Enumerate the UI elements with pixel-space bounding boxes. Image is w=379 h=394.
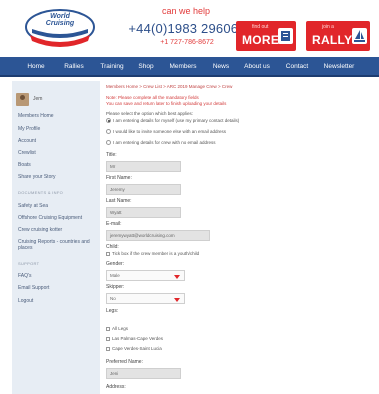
option-myself[interactable]: I am entering details for myself (use my…	[106, 118, 240, 124]
radio-no-email[interactable]	[106, 140, 111, 146]
skipper-label: Skipper:	[106, 284, 125, 290]
gender-label: Gender:	[106, 261, 125, 267]
user-name: Jem	[33, 96, 43, 102]
nav-newsletter[interactable]: Newsletter	[317, 57, 361, 77]
nav-about-us[interactable]: About us	[237, 57, 277, 77]
chevron-down-icon	[174, 275, 180, 279]
leg-cape-verdes-label: Cape Verdes-Saint Lucia	[112, 346, 162, 351]
radio-myself[interactable]	[106, 118, 111, 124]
leg-all[interactable]: All Legs	[106, 326, 128, 331]
breadcrumb[interactable]: Members Home > Crew List > ARC 2019 Mana…	[106, 84, 232, 89]
preferred-name-label: Preferred Name:	[106, 359, 143, 365]
instruction-text: Please select the option which best appl…	[106, 111, 194, 116]
legs-label: Legs:	[106, 308, 119, 314]
title-label: Title:	[106, 152, 117, 158]
address-label: Address:	[106, 384, 126, 390]
option-no-email-label: I am entering details for crew with no e…	[113, 140, 216, 145]
help-label: can we help	[161, 6, 211, 16]
sailboat-icon	[352, 28, 367, 44]
leg-cape-verdes-checkbox[interactable]	[106, 346, 110, 351]
leg-all-checkbox[interactable]	[106, 326, 110, 331]
nav-members[interactable]: Members	[163, 57, 203, 77]
sidebar-item-cruising-reports[interactable]: Cruising Reports - countries and places	[18, 239, 90, 251]
site-header: World Cruising Club can we help +44(0)19…	[0, 0, 379, 57]
leg-las-palmas[interactable]: Las Palmas-Cape Verdes	[106, 336, 163, 341]
nav-shop[interactable]: Shop	[128, 57, 164, 77]
promo-more-label: MORE	[242, 33, 280, 47]
radio-invite[interactable]	[106, 129, 111, 135]
sidebar-item-boats[interactable]: Boats	[18, 162, 31, 168]
title-field[interactable]: Mr	[106, 161, 181, 172]
child-option[interactable]: Tick box if the crew member is a youth/c…	[106, 251, 199, 256]
nav-home[interactable]: Home	[18, 57, 54, 77]
phone-number[interactable]: +44(0)1983 296060	[128, 21, 246, 36]
avatar	[16, 93, 29, 106]
option-no-email[interactable]: I am entering details for crew with no e…	[106, 140, 216, 146]
join-a-rally-button[interactable]: join a RALLY	[306, 21, 370, 51]
leg-all-label: All Legs	[112, 326, 129, 331]
skipper-select[interactable]: No	[106, 293, 185, 304]
sidebar-item-safety-at-sea[interactable]: Safety at Sea	[18, 203, 48, 209]
main-nav: Home Rallies Training Shop Members News …	[0, 57, 379, 77]
logo-text-club: Club	[63, 28, 77, 34]
sidebar-item-my-profile[interactable]: My Profile	[18, 126, 40, 132]
phone-number-alt[interactable]: +1 727-786-8672	[128, 39, 246, 46]
leg-cape-verdes[interactable]: Cape Verdes-Saint Lucia	[106, 346, 162, 351]
sidebar-item-account[interactable]: Account	[18, 138, 36, 144]
sidebar-item-crewlist[interactable]: Crewlist	[18, 150, 36, 156]
logo-text-world: World	[50, 13, 70, 20]
sidebar-item-offshore-equipment[interactable]: Offshore Cruising Equipment	[18, 215, 82, 221]
gender-select[interactable]: Male	[106, 270, 185, 281]
sidebar-heading-docs: DOCUMENTS & INFO	[18, 190, 64, 195]
mandatory-note: Note: Please complete all the mandatory …	[106, 95, 199, 100]
world-cruising-club-logo[interactable]: World Cruising Club	[24, 5, 96, 53]
first-name-label: First Name:	[106, 175, 132, 181]
gender-value: Male	[110, 273, 120, 278]
save-note: You can save and return later to finish …	[106, 101, 227, 106]
first-name-field[interactable]: Jeremy	[106, 184, 181, 195]
option-invite[interactable]: I would like to invite someone else with…	[106, 129, 227, 135]
last-name-label: Last Name:	[106, 198, 132, 204]
find-out-more-button[interactable]: find out MORE	[236, 21, 296, 51]
email-field[interactable]: jeremywyatt@worldcruising.com	[106, 230, 210, 241]
last-name-field[interactable]: Wyatt	[106, 207, 181, 218]
nav-rallies[interactable]: Rallies	[56, 57, 92, 77]
sidebar-item-members-home[interactable]: Members Home	[18, 113, 54, 119]
sidebar-item-email-support[interactable]: Email Support	[18, 285, 49, 291]
child-checkbox-label: Tick box if the crew member is a youth/c…	[112, 251, 200, 256]
logo-text-cruising: Cruising	[46, 20, 75, 27]
document-icon	[278, 28, 293, 44]
nav-news[interactable]: News	[203, 57, 239, 77]
promo-rally-label: RALLY	[312, 33, 353, 47]
leg-las-palmas-checkbox[interactable]	[106, 336, 110, 341]
leg-las-palmas-label: Las Palmas-Cape Verdes	[112, 336, 164, 341]
sidebar-item-crew-kotter[interactable]: Crew cruising kotter	[18, 227, 62, 233]
nav-training[interactable]: Training	[94, 57, 130, 77]
chevron-down-icon	[174, 298, 180, 302]
sidebar-item-logout[interactable]: Logout	[18, 298, 33, 304]
sidebar-item-faqs[interactable]: FAQ's	[18, 273, 31, 279]
crew-form: Members Home > Crew List > ARC 2019 Mana…	[106, 81, 374, 394]
preferred-name-field[interactable]: Jeni	[106, 368, 181, 379]
child-checkbox[interactable]	[106, 251, 110, 256]
email-label: E-mail:	[106, 221, 122, 227]
skipper-value: No	[110, 296, 116, 301]
sidebar-heading-support: SUPPORT	[18, 261, 40, 266]
option-invite-label: I would like to invite someone else with…	[113, 129, 227, 134]
sidebar-item-share-story[interactable]: Share your Story	[18, 174, 56, 180]
child-label: Child:	[106, 244, 119, 250]
nav-contact[interactable]: Contact	[279, 57, 315, 77]
option-myself-label: I am entering details for myself (use my…	[113, 118, 240, 123]
